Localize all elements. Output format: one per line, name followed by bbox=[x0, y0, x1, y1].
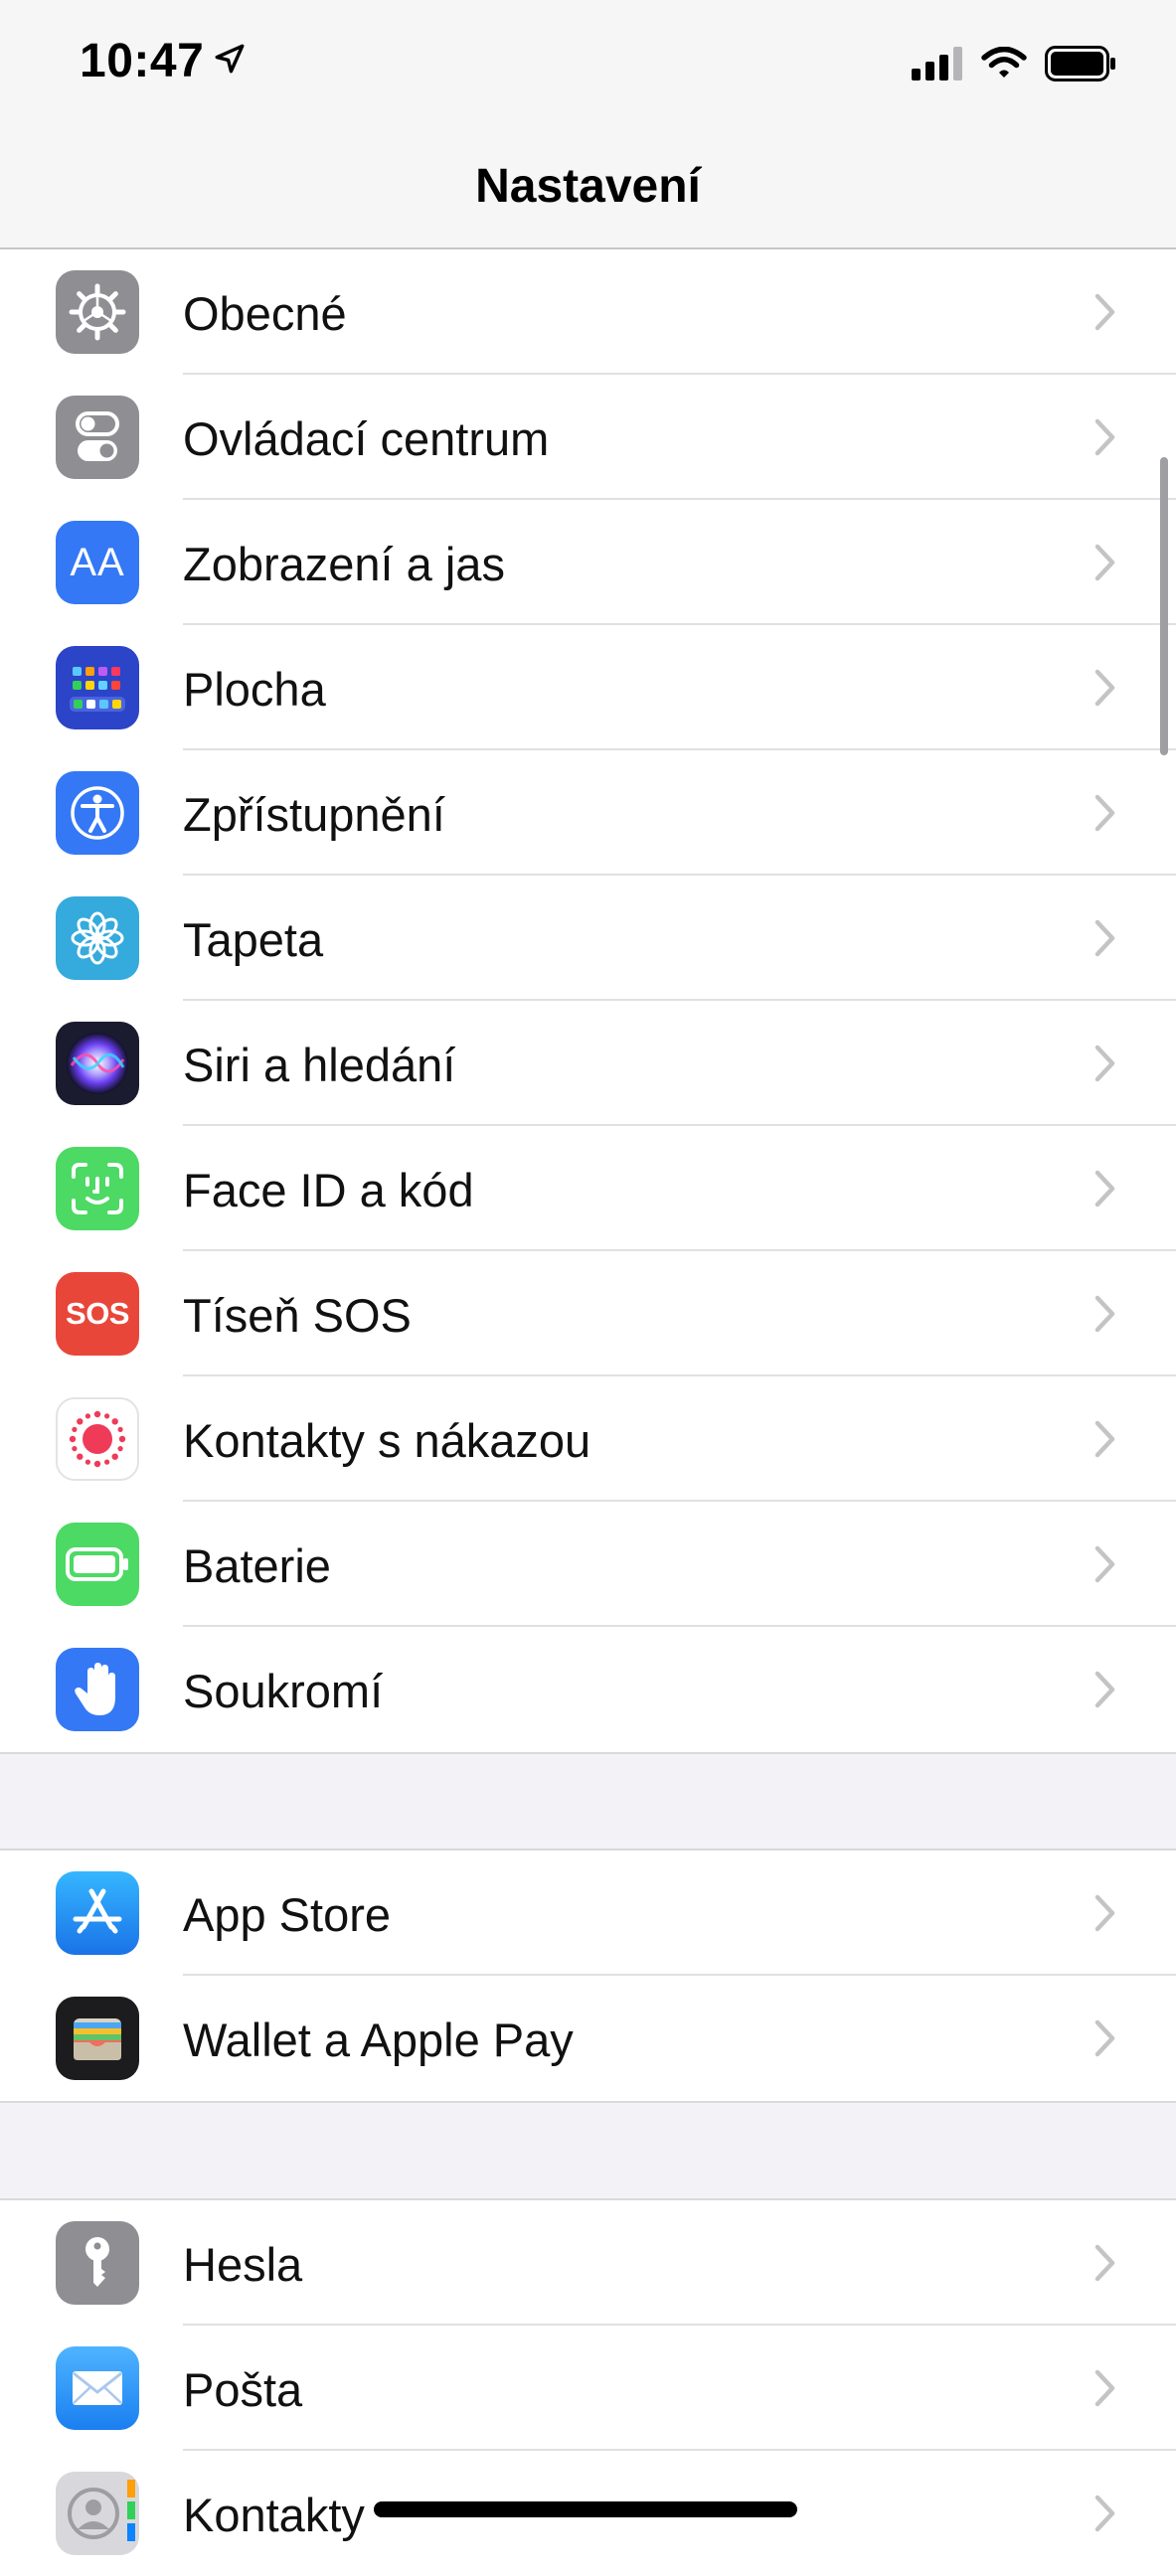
chevron-right-icon bbox=[1094, 1671, 1115, 1708]
settings-row-label: Plocha bbox=[183, 663, 326, 716]
chevron-right-icon bbox=[1094, 1420, 1115, 1458]
siri-orb-icon bbox=[56, 1022, 139, 1105]
settings-row-face-id[interactable]: Face ID a kód bbox=[0, 1126, 1176, 1251]
chevron-right-icon bbox=[1094, 1295, 1115, 1333]
settings-row-label: Face ID a kód bbox=[183, 1164, 474, 1216]
chevron-right-icon bbox=[1094, 1894, 1115, 1932]
settings-row-mail[interactable]: Pošta bbox=[0, 2326, 1176, 2451]
exposure-notification-icon bbox=[56, 1397, 139, 1481]
settings-row-label: Hesla bbox=[183, 2238, 303, 2291]
settings-row-label: Tapeta bbox=[183, 913, 324, 966]
page-title: Nastavení bbox=[475, 160, 701, 213]
settings-row-emergency-sos[interactable]: SOS Tíseň SOS bbox=[0, 1251, 1176, 1376]
location-arrow-icon bbox=[215, 44, 245, 74]
chevron-right-icon bbox=[1094, 1545, 1115, 1583]
settings-row-label: Baterie bbox=[183, 1539, 331, 1592]
settings-row-label: App Store bbox=[183, 1888, 392, 1941]
scroll-indicator[interactable] bbox=[1160, 457, 1168, 755]
settings-row-battery[interactable]: Baterie bbox=[0, 1502, 1176, 1627]
settings-row-exposure-notifications[interactable]: Kontakty s nákazou bbox=[0, 1376, 1176, 1502]
contacts-person-icon bbox=[56, 2472, 139, 2555]
settings-row-label: Ovládací centrum bbox=[183, 412, 550, 465]
settings-group-apps: Hesla Pošta Kontakty bbox=[0, 2198, 1176, 2576]
chevron-right-icon bbox=[1094, 418, 1115, 456]
settings-row-label: Soukromí bbox=[183, 1665, 384, 1717]
wallet-icon bbox=[56, 1997, 139, 2080]
settings-row-label: Kontakty s nákazou bbox=[183, 1414, 591, 1467]
settings-group-store: App Store Wallet a Apple Pay bbox=[0, 1849, 1176, 2103]
settings-row-home-screen[interactable]: Plocha bbox=[0, 625, 1176, 750]
status-time: 10:47 bbox=[80, 35, 205, 87]
settings-row-accessibility[interactable]: Zpřístupnění bbox=[0, 750, 1176, 876]
chevron-right-icon bbox=[1094, 1045, 1115, 1082]
battery-app-icon bbox=[56, 1523, 139, 1606]
privacy-hand-icon bbox=[56, 1648, 139, 1731]
cellular-signal-icon bbox=[912, 47, 962, 80]
aa-glyph: AA bbox=[70, 540, 125, 584]
chevron-right-icon bbox=[1094, 2019, 1115, 2057]
control-center-toggles-icon bbox=[56, 396, 139, 479]
sos-icon: SOS bbox=[56, 1272, 139, 1356]
face-id-icon bbox=[56, 1147, 139, 1230]
settings-row-control-center[interactable]: Ovládací centrum bbox=[0, 375, 1176, 500]
chevron-right-icon bbox=[1094, 1170, 1115, 1208]
settings-row-wallet[interactable]: Wallet a Apple Pay bbox=[0, 1976, 1176, 2101]
settings-row-label: Obecné bbox=[183, 287, 347, 340]
key-icon bbox=[56, 2221, 139, 2305]
chevron-right-icon bbox=[1094, 544, 1115, 581]
settings-row-label: Siri a hledání bbox=[183, 1039, 456, 1091]
chevron-right-icon bbox=[1094, 669, 1115, 707]
flower-wallpaper-icon bbox=[56, 896, 139, 980]
settings-row-label: Pošta bbox=[183, 2363, 303, 2416]
mail-envelope-icon bbox=[56, 2346, 139, 2430]
settings-row-label: Zobrazení a jas bbox=[183, 538, 505, 590]
chevron-right-icon bbox=[1094, 293, 1115, 331]
app-store-icon bbox=[56, 1871, 139, 1955]
settings-row-app-store[interactable]: App Store bbox=[0, 1851, 1176, 1976]
settings-group-system: Obecné Ovládací centrum AA Zobrazení a j… bbox=[0, 249, 1176, 1754]
settings-row-privacy[interactable]: Soukromí bbox=[0, 1627, 1176, 1752]
settings-row-label: Wallet a Apple Pay bbox=[183, 2013, 574, 2066]
settings-row-label: Zpřístupnění bbox=[183, 788, 445, 841]
wifi-icon bbox=[981, 47, 1027, 78]
settings-row-label: Kontakty bbox=[183, 2489, 365, 2541]
chevron-right-icon bbox=[1094, 2244, 1115, 2282]
settings-row-label: Tíseň SOS bbox=[183, 1289, 412, 1342]
home-screen-grid-icon bbox=[56, 646, 139, 729]
settings-row-general[interactable]: Obecné bbox=[0, 249, 1176, 375]
chevron-right-icon bbox=[1094, 794, 1115, 832]
gear-icon bbox=[56, 270, 139, 354]
settings-row-passwords[interactable]: Hesla bbox=[0, 2200, 1176, 2326]
chevron-right-icon bbox=[1094, 2369, 1115, 2407]
settings-row-wallpaper[interactable]: Tapeta bbox=[0, 876, 1176, 1001]
settings-row-display[interactable]: AA Zobrazení a jas bbox=[0, 500, 1176, 625]
battery-icon bbox=[1045, 46, 1115, 81]
home-indicator[interactable] bbox=[374, 2501, 797, 2517]
accessibility-person-icon bbox=[56, 771, 139, 855]
settings-row-siri[interactable]: Siri a hledání bbox=[0, 1001, 1176, 1126]
status-icons bbox=[912, 44, 1116, 83]
status-bar: 10:47 bbox=[0, 0, 1176, 129]
chevron-right-icon bbox=[1094, 919, 1115, 957]
chevron-right-icon bbox=[1094, 2495, 1115, 2532]
text-size-aa-icon: AA bbox=[56, 521, 139, 604]
navigation-bar: Nastavení bbox=[0, 129, 1176, 249]
sos-glyph: SOS bbox=[66, 1296, 129, 1331]
